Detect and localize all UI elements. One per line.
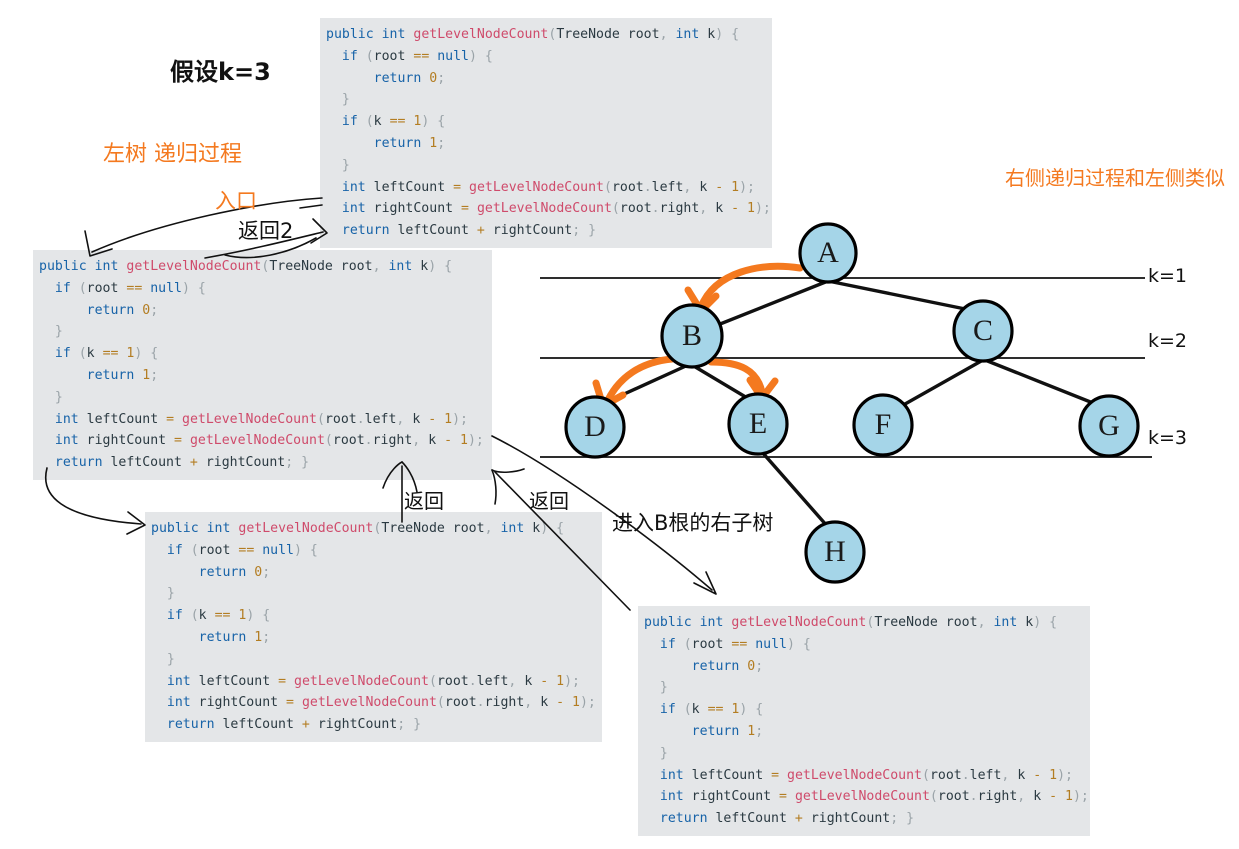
annotation-return-right: 返回 — [529, 489, 569, 513]
annotation-right-side-note: 右侧递归过程和左侧类似 — [1005, 166, 1225, 190]
top-code-side-tick — [299, 204, 323, 209]
annotation-return-left: 返回 — [404, 489, 444, 513]
annotation-return-2: 返回2 — [238, 219, 294, 243]
annotation-enter-right-subtree: 进入B根的右子树 — [612, 511, 774, 535]
annotation-assume-k: 假设k=3 — [170, 58, 271, 86]
level-label-k3: k=3 — [1148, 427, 1188, 449]
left-to-bottom-callout-arrow — [45, 467, 146, 535]
diagram-canvas: A B C D E F G H public int getLevelNodeC… — [0, 0, 1239, 849]
annotation-entry: 入口 — [215, 189, 257, 213]
level-label-k1: k=1 — [1148, 265, 1188, 287]
callout-arrows-layer — [45, 197, 717, 611]
level-label-k2: k=2 — [1148, 330, 1188, 352]
annotation-left-tree-recursion: 左树 递归过程 — [103, 142, 242, 167]
